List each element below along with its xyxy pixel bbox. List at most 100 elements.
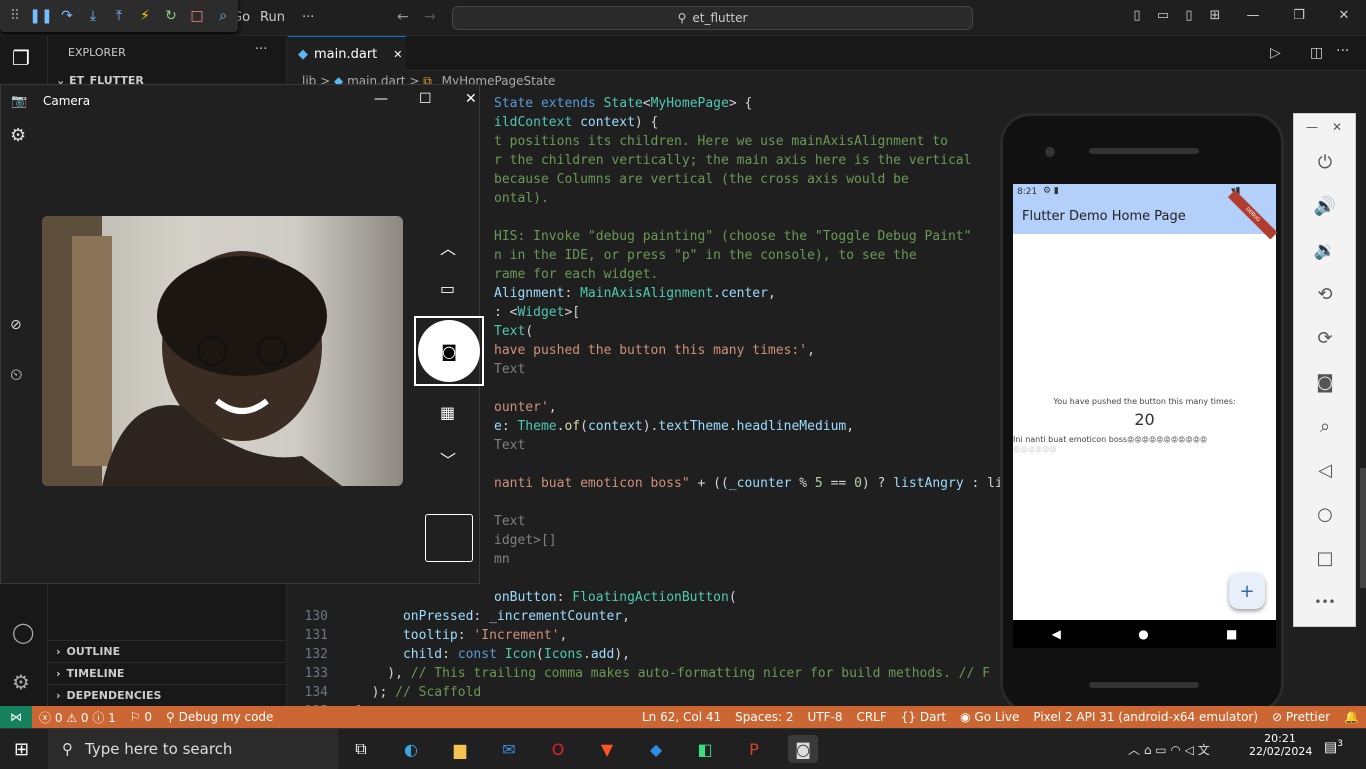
device-selector[interactable]: Pixel 2 API 31 (android-x64 emulator)	[1026, 710, 1265, 724]
qr-code-icon[interactable]: ▦	[440, 403, 455, 422]
go-live-button[interactable]: ◉ Go Live	[953, 710, 1026, 724]
menu-more[interactable]: ···	[302, 10, 314, 25]
command-center[interactable]: ⚲ et_flutter	[452, 6, 973, 30]
toggle-panel-icon[interactable]: ▭	[1155, 8, 1171, 24]
system-tray-icons[interactable]: ︿ ⌂ ▭ ◠ ◁ 文	[1128, 741, 1210, 758]
overview-icon[interactable]: □	[1313, 546, 1337, 570]
notification-center-icon[interactable]: ▤3	[1324, 739, 1343, 756]
toggle-sidebar-icon[interactable]: ▯	[1129, 8, 1145, 24]
remote-icon[interactable]: ⋈	[0, 706, 32, 728]
code-line[interactable]: HIS: Invoke "debug painting" (choose the…	[494, 227, 971, 246]
chevron-down-icon[interactable]: ﹀	[440, 447, 456, 471]
code-line[interactable]: idget>[]	[494, 531, 557, 550]
home-icon[interactable]: ○	[1313, 502, 1337, 526]
drag-handle-icon[interactable]: ⠿	[6, 7, 24, 25]
chevron-up-icon[interactable]: ︿	[440, 235, 456, 259]
debug-status[interactable]: ⚲ Debug my code	[159, 710, 280, 724]
powerpoint-icon[interactable]: P	[739, 735, 769, 763]
extended-controls-icon[interactable]: •••	[1313, 590, 1337, 614]
emulator-close-icon[interactable]: ✕	[1332, 120, 1342, 134]
cursor-position[interactable]: Ln 62, Col 41	[635, 710, 728, 724]
code-line[interactable]: Text	[494, 360, 525, 379]
timer-off-icon[interactable]: ⏲	[10, 365, 22, 385]
camera-minimize-icon[interactable]: —	[374, 91, 388, 107]
back-icon[interactable]: ◁	[1313, 458, 1337, 482]
code-line[interactable]: onPressed: _incrementCounter,	[356, 607, 630, 626]
camera-settings-icon[interactable]: ⚙	[10, 125, 26, 146]
code-line[interactable]: ounter',	[494, 398, 557, 417]
code-line[interactable]: nanti buat emoticon boss" + ((_counter %…	[494, 474, 1003, 493]
mail-icon[interactable]: ✉	[494, 735, 524, 763]
explorer-more-button[interactable]: ···	[255, 42, 267, 57]
editor-more-icon[interactable]: ···	[1336, 43, 1349, 59]
camera-taskbar-icon[interactable]: ◙	[788, 735, 818, 763]
rotate-left-icon[interactable]: ⟲	[1313, 282, 1337, 306]
settings-gear-icon[interactable]: ⚙	[12, 670, 30, 694]
brave-icon[interactable]: ▼	[592, 735, 622, 763]
code-line[interactable]: t positions its children. Here we use ma…	[494, 132, 948, 151]
volume-up-icon[interactable]: 🔊	[1313, 194, 1337, 218]
nav-home-icon[interactable]: ●	[1138, 627, 1148, 641]
task-view-icon[interactable]: ⧉	[346, 735, 376, 763]
timeline-section[interactable]: › TIMELINE	[48, 662, 287, 684]
step-over-icon[interactable]: ↷	[58, 7, 76, 25]
code-line[interactable]: rame for each widget.	[494, 265, 658, 284]
inspect-widget-icon[interactable]: ⌕	[214, 7, 232, 25]
opera-icon[interactable]: O	[543, 735, 573, 763]
code-line[interactable]: ); // Scaffold	[356, 683, 482, 702]
screenshot-icon[interactable]: ◙	[1313, 370, 1337, 394]
toggle-secondary-sidebar-icon[interactable]: ▯	[1181, 8, 1197, 24]
clock[interactable]: 20:21 22/02/2024	[1249, 732, 1312, 758]
editor-scrollbar[interactable]	[1360, 468, 1366, 588]
prettier-status[interactable]: ⊘ Prettier	[1265, 710, 1337, 724]
code-line[interactable]: ildContext context) {	[494, 113, 658, 132]
emulator-minimize-icon[interactable]: —	[1306, 120, 1318, 134]
camera-maximize-icon[interactable]: ☐	[419, 91, 432, 107]
code-line[interactable]: mn	[494, 550, 510, 569]
file-explorer-icon[interactable]: ▆	[445, 735, 475, 763]
fab-increment-button[interactable]: +	[1229, 573, 1265, 609]
code-line[interactable]: tooltip: 'Increment',	[356, 626, 567, 645]
code-line[interactable]: Text	[494, 512, 525, 531]
volume-down-icon[interactable]: 🔉	[1313, 238, 1337, 262]
code-line[interactable]: r the children vertically; the main axis…	[494, 151, 971, 170]
account-icon[interactable]: ◯	[12, 620, 34, 644]
notifications-bell-icon[interactable]: 🔔	[1337, 710, 1366, 724]
hdr-off-icon[interactable]: ⊘	[10, 317, 22, 333]
code-line[interactable]: onButton: FloatingActionButton(	[494, 588, 737, 607]
windows-start-icon[interactable]: ⊞	[14, 739, 29, 760]
code-line[interactable]: ), // This trailing comma makes auto-for…	[356, 664, 990, 683]
code-line[interactable]: because Columns are vertical (the cross …	[494, 170, 909, 189]
code-line[interactable]: have pushed the button this many times:'…	[494, 341, 815, 360]
dependencies-section[interactable]: › DEPENDENCIES	[48, 684, 287, 706]
tab-close-icon[interactable]: ✕	[393, 48, 402, 61]
code-line[interactable]: e: Theme.of(context).textTheme.headlineM…	[494, 417, 854, 436]
taskbar-search[interactable]: ⚲ Type here to search	[48, 729, 338, 769]
menu-run[interactable]: Run	[260, 10, 285, 25]
edge-icon[interactable]: ◐	[396, 735, 426, 763]
code-line[interactable]: Text	[494, 436, 525, 455]
back-arrow-icon[interactable]: ←	[397, 9, 409, 25]
restart-icon[interactable]: ↻	[162, 7, 180, 25]
power-icon[interactable]: ⏻	[1313, 150, 1337, 174]
language-mode[interactable]: {} Dart	[894, 710, 953, 724]
code-line[interactable]: State extends State<MyHomePage> {	[494, 94, 752, 113]
explorer-icon[interactable]: ❐	[12, 46, 36, 72]
vscode-icon[interactable]: ◆	[641, 735, 671, 763]
stop-icon[interactable]: □	[188, 7, 206, 25]
rotate-right-icon[interactable]: ⟳	[1313, 326, 1337, 350]
code-line[interactable]: n in the IDE, or press "p" in the consol…	[494, 246, 917, 265]
run-debug-icon[interactable]: ▷	[1270, 45, 1281, 61]
camera-close-icon[interactable]: ✕	[465, 91, 477, 107]
indentation[interactable]: Spaces: 2	[728, 710, 800, 724]
window-close-icon[interactable]: ✕	[1336, 8, 1352, 24]
hot-reload-icon[interactable]: ⚡	[136, 7, 154, 25]
step-out-icon[interactable]: ⤒	[110, 7, 128, 25]
step-into-icon[interactable]: ⤓	[84, 7, 102, 25]
window-restore-icon[interactable]: ❐	[1291, 8, 1307, 24]
code-line[interactable]: Text(	[494, 322, 533, 341]
problems-indicator[interactable]: ⓧ 0 ⚠ 0 ⓘ 1	[32, 709, 123, 726]
nav-recents-icon[interactable]: ■	[1226, 627, 1237, 641]
code-line[interactable]: child: const Icon(Icons.add),	[356, 645, 630, 664]
customize-layout-icon[interactable]: ⊞	[1207, 8, 1223, 24]
